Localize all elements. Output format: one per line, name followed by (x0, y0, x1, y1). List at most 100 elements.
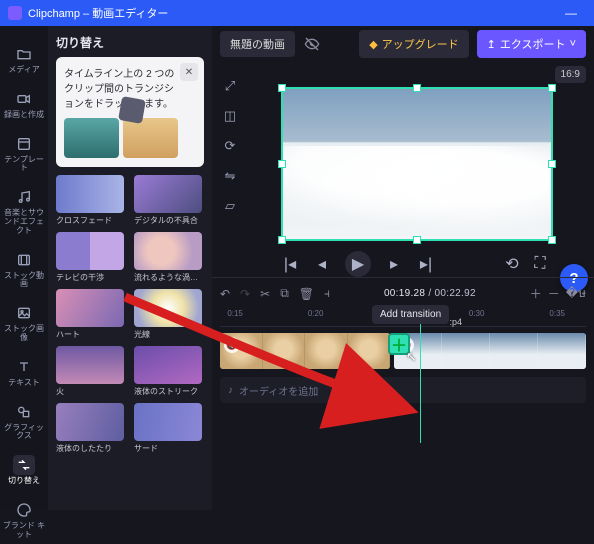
transition-item[interactable]: 光線 (134, 289, 202, 340)
project-name-chip[interactable]: 無題の動画 (220, 31, 295, 57)
transition-icon (13, 455, 35, 475)
tip-close-button[interactable]: ✕ (180, 63, 198, 81)
rail-text[interactable]: テキスト (2, 353, 46, 392)
video-preview[interactable] (281, 87, 553, 241)
zoom-fit-button[interactable]: �ษ (566, 284, 586, 303)
text-icon (13, 357, 35, 377)
add-transition-tooltip: Add transition (372, 305, 449, 324)
clip-sky[interactable]: 🔇 (394, 333, 586, 369)
split-button[interactable]: ⫞ (324, 286, 330, 301)
transition-item[interactable]: デジタルの不具合 (134, 175, 202, 226)
cut-button[interactable]: ✂ (260, 287, 270, 301)
redo-button[interactable]: ↷ (240, 287, 250, 301)
transition-item[interactable]: テレビの干渉 (56, 232, 124, 283)
zoom-in-button[interactable]: ＋ (530, 285, 542, 302)
zoom-out-button[interactable]: － (548, 285, 560, 302)
rail-music[interactable]: 音楽とサウンドエフェクト (2, 183, 46, 239)
clip-cats[interactable]: 🔇 (220, 333, 390, 369)
aspect-ratio-chip[interactable]: 16:9 (555, 66, 586, 83)
rail-record[interactable]: 録画と作成 (2, 85, 46, 124)
rail-stock-video[interactable]: ストック動画 (2, 246, 46, 294)
flip-icon[interactable]: ⇋ (220, 166, 240, 186)
timeline: ↶ ↷ ✂ ⧉ 🗑 ⫞ 00:19.28 / 00:22.92 ＋ － �ษ 0… (212, 277, 594, 510)
timeline-toolbar: ↶ ↷ ✂ ⧉ 🗑 ⫞ 00:19.28 / 00:22.92 ＋ － �ษ (220, 284, 586, 303)
folder-icon (13, 44, 35, 64)
transition-item[interactable]: ハート (56, 289, 124, 340)
rail-media[interactable]: メディア (2, 40, 46, 79)
resize-handle[interactable] (413, 84, 421, 92)
cursor-icon: ↖ (406, 349, 417, 365)
copy-button[interactable]: ⧉ (280, 286, 289, 301)
clip-label: :p4 (449, 317, 462, 327)
transition-item[interactable]: 火 (56, 346, 124, 397)
resize-handle[interactable] (548, 84, 556, 92)
undo-button[interactable]: ↶ (220, 287, 230, 301)
crop-icon[interactable]: ◫ (220, 106, 240, 126)
tip-thumb (64, 118, 119, 158)
resize-handle[interactable] (413, 236, 421, 244)
rail-brandkit[interactable]: ブランド キット (2, 496, 46, 544)
tip-card: タイムライン上の 2 つのクリップ間のトランジションをドラッグします。 ✕ (56, 57, 204, 167)
play-button[interactable]: ▶ (345, 251, 371, 277)
export-button[interactable]: ↥エクスポート˅ (477, 30, 586, 58)
transition-item[interactable]: 流れるような渦巻き (134, 232, 202, 283)
window-minimize-button[interactable]: — (556, 6, 586, 20)
rail-templates[interactable]: テンプレート (2, 130, 46, 178)
tip-text: タイムライン上の 2 つのクリップ間のトランジションをドラッグします。 (64, 69, 174, 110)
stage-tools: ⤢ ◫ ⟳ ⇋ ▱ (220, 66, 240, 277)
rail-graphics[interactable]: グラフィックス (2, 398, 46, 446)
transition-item[interactable]: 液体のしたたり (56, 403, 124, 454)
timecode: 00:19.28 / 00:22.92 (384, 288, 476, 299)
delete-button[interactable]: 🗑 (299, 287, 314, 301)
prev-frame-button[interactable]: ◂ (313, 255, 331, 273)
camera-icon (13, 89, 35, 109)
diamond-icon: ◆ (369, 38, 377, 51)
rail-stock-image[interactable]: ストック画像 (2, 299, 46, 347)
music-icon (13, 187, 35, 207)
mute-icon[interactable]: 🔇 (224, 337, 240, 353)
tracks: :p4 Add transition 🔇 ＋ ↖ 🔇 ♪ (220, 331, 586, 403)
rail-transitions[interactable]: 切り替え (2, 451, 46, 490)
upload-icon: ↥ (487, 38, 496, 51)
fullscreen-button[interactable]: ⛶ (531, 255, 549, 273)
playhead[interactable] (420, 311, 421, 443)
tip-chip-icon (118, 96, 146, 124)
skip-end-button[interactable]: ▸| (417, 255, 435, 273)
add-audio-row[interactable]: ♪ オーディオを追加 (220, 377, 586, 403)
skip-start-button[interactable]: |◂ (281, 255, 299, 273)
window-title: Clipchamp – 動画エディター (28, 5, 168, 21)
resize-handle[interactable] (548, 160, 556, 168)
rotate-icon[interactable]: ⟳ (220, 136, 240, 156)
topbar: 無題の動画 ◆アップグレード ↥エクスポート˅ (212, 26, 594, 62)
resize-handle[interactable] (278, 236, 286, 244)
left-rail: メディア 録画と作成 テンプレート 音楽とサウンドエフェクト ストック動画 スト… (0, 26, 48, 510)
fit-icon[interactable]: ⤢ (220, 76, 240, 96)
add-audio-label: オーディオを追加 (239, 383, 318, 398)
film-icon (13, 250, 35, 270)
transitions-panel: 切り替え タイムライン上の 2 つのクリップ間のトランジションをドラッグします。… (48, 26, 212, 510)
visibility-off-icon[interactable] (303, 35, 321, 53)
tip-thumb (123, 118, 178, 158)
music-icon: ♪ (228, 385, 233, 396)
panel-title: 切り替え (56, 34, 204, 51)
window-titlebar: Clipchamp – 動画エディター — (0, 0, 594, 26)
app-logo-icon (8, 6, 22, 20)
main-area: 無題の動画 ◆アップグレード ↥エクスポート˅ ⤢ ◫ ⟳ ⇋ ▱ 16:9 (212, 26, 594, 510)
loop-button[interactable]: ⟲ (503, 255, 521, 273)
transition-item[interactable]: クロスフェード (56, 175, 124, 226)
resize-handle[interactable] (278, 160, 286, 168)
pip-icon[interactable]: ▱ (220, 196, 240, 216)
shapes-icon (13, 402, 35, 422)
transition-item[interactable]: サード (134, 403, 202, 454)
image-icon (13, 303, 35, 323)
playback-controls: |◂ ◂ ▶ ▸ ▸| ⟲ ⛶ (281, 251, 553, 277)
upgrade-button[interactable]: ◆アップグレード (359, 30, 468, 58)
resize-handle[interactable] (278, 84, 286, 92)
transition-item[interactable]: 液体のストリーク (134, 346, 202, 397)
template-icon (13, 134, 35, 154)
transitions-grid: クロスフェード デジタルの不具合 テレビの干渉 流れるような渦巻き ハート 光線… (56, 175, 204, 454)
next-frame-button[interactable]: ▸ (385, 255, 403, 273)
video-track[interactable]: 🔇 ＋ ↖ 🔇 (220, 331, 586, 371)
chevron-down-icon: ˅ (570, 38, 576, 50)
resize-handle[interactable] (548, 236, 556, 244)
